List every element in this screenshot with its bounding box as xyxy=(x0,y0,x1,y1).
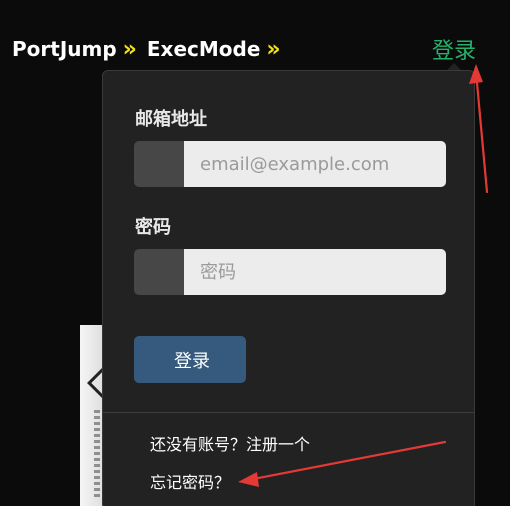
register-link[interactable]: 还没有账号？注册一个 xyxy=(150,431,310,455)
page: PortJump » ExecMode » 登录 邮箱地址 密码 登录 还没有账… xyxy=(0,0,510,506)
login-submit-button[interactable]: 登录 xyxy=(134,336,246,383)
chevron-double-right-icon: » xyxy=(266,36,280,62)
breadcrumb-item-portjump[interactable]: PortJump xyxy=(12,37,117,61)
email-prefix-icon xyxy=(134,141,184,187)
forgot-password-link[interactable]: 忘记密码？ xyxy=(150,469,230,493)
email-input[interactable] xyxy=(184,141,446,187)
breadcrumb-item-execmode[interactable]: ExecMode xyxy=(147,37,261,61)
divider xyxy=(103,412,474,413)
login-link[interactable]: 登录 xyxy=(432,33,476,65)
email-label: 邮箱地址 xyxy=(135,109,207,130)
email-input-group xyxy=(134,141,446,187)
password-label: 密码 xyxy=(135,217,171,238)
password-prefix-icon xyxy=(134,249,184,295)
login-dropdown: 邮箱地址 密码 登录 还没有账号？注册一个 忘记密码？ xyxy=(102,70,475,506)
password-input[interactable] xyxy=(184,249,446,295)
password-input-group xyxy=(134,249,446,295)
background-vertical-text xyxy=(94,410,100,500)
breadcrumb: PortJump » ExecMode » xyxy=(12,34,291,64)
chevron-double-right-icon: » xyxy=(122,36,137,62)
